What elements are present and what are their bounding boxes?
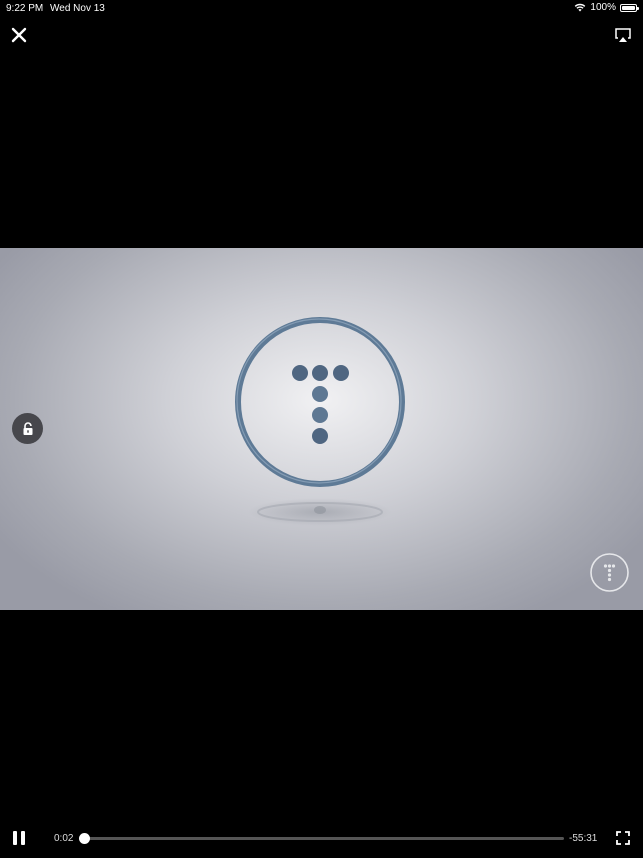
lock-button[interactable]	[12, 413, 43, 444]
close-icon[interactable]	[10, 26, 28, 44]
status-indicators: 100%	[574, 2, 639, 13]
t-dots-logo	[235, 317, 405, 526]
video-frame[interactable]	[0, 248, 643, 610]
progress-scrubber[interactable]	[79, 833, 564, 844]
battery-icon	[620, 3, 639, 12]
status-bar: 9:22 PM Wed Nov 13 100%	[0, 0, 643, 18]
battery-percentage: 100%	[590, 2, 616, 13]
airplay-icon[interactable]	[614, 27, 632, 43]
fullscreen-icon[interactable]	[616, 831, 630, 845]
pause-icon[interactable]	[13, 831, 25, 845]
status-time: 9:22 PM	[6, 3, 44, 14]
scrubber-thumb[interactable]	[79, 833, 91, 844]
t-dots-watermark	[590, 553, 629, 592]
status-date: Wed Nov 13	[50, 3, 105, 14]
remaining-time: -55:31	[569, 833, 598, 844]
elapsed-time: 0:02	[54, 833, 74, 844]
wifi-icon	[575, 3, 586, 12]
playback-controls: 0:02 -55:31	[0, 822, 643, 858]
lock-open-icon	[23, 421, 32, 435]
